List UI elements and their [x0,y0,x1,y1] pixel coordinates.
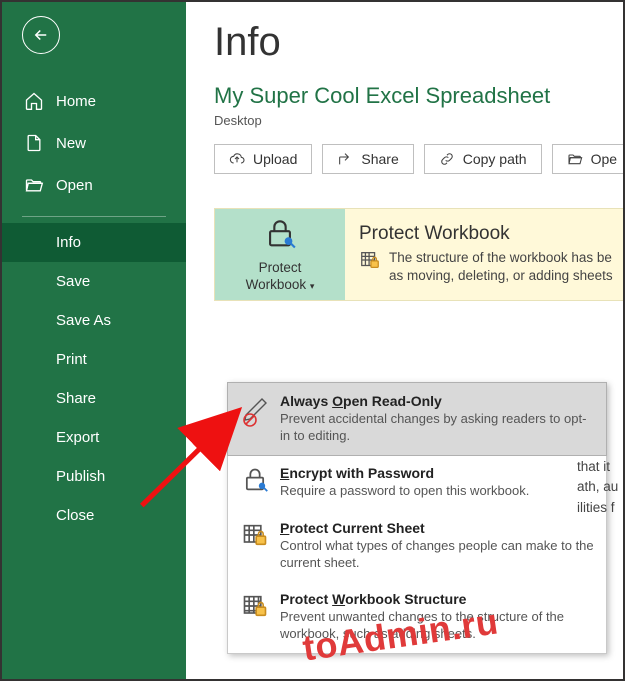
document-title: My Super Cool Excel Spreadsheet [214,83,623,109]
sidebar-item-info[interactable]: Info [2,223,186,262]
dropdown-item-title: Always Open Read-Only [280,393,594,409]
new-file-icon [24,133,44,153]
pencil-readonly-icon [240,393,270,427]
sidebar-item-publish[interactable]: Publish [2,457,186,496]
sidebar-item-export[interactable]: Export [2,418,186,457]
dropdown-item-always-open-read-only[interactable]: Always Open Read-Only Prevent accidental… [227,382,607,456]
lock-key-icon [240,465,270,495]
sheet-lock-icon [359,249,381,276]
dropdown-item-protect-workbook-structure[interactable]: Protect Workbook Structure Prevent unwan… [228,581,606,653]
sidebar-item-label: Close [56,507,94,524]
sidebar-item-new[interactable]: New [2,122,186,164]
dropdown-item-title: Protect Current Sheet [280,520,594,536]
sidebar-item-label: Publish [56,468,105,485]
action-label: Ope [591,151,617,167]
sidebar-item-label: Home [56,93,96,110]
page-title: Info [214,20,623,65]
dropdown-item-desc: Control what types of changes people can… [280,538,594,572]
dropdown-item-desc: Prevent accidental changes by asking rea… [280,411,594,445]
link-icon [439,151,455,167]
open-location-button[interactable]: Ope [552,144,623,174]
backstage-sidebar: Home New Open Info Save Save As Print Sh… [2,2,186,679]
action-row: Upload Share Copy path Ope [214,144,623,174]
sidebar-item-label: Share [56,390,96,407]
action-label: Copy path [463,151,527,167]
workbook-lock-icon [240,591,270,621]
sidebar-item-label: Open [56,177,93,194]
action-label: Upload [253,151,297,167]
dropdown-item-protect-current-sheet[interactable]: Protect Current Sheet Control what types… [228,510,606,582]
sidebar-separator [22,216,166,217]
sidebar-item-open[interactable]: Open [2,164,186,206]
protect-description: The structure of the workbook has be as … [389,249,613,285]
sheet-lock-icon [240,520,270,550]
sidebar-item-save-as[interactable]: Save As [2,301,186,340]
back-arrow-icon [32,26,50,44]
sidebar-item-label: New [56,135,86,152]
back-button[interactable] [22,16,60,54]
dropdown-item-encrypt-password[interactable]: Encrypt with Password Require a password… [228,455,606,510]
sidebar-item-label: Info [56,234,81,251]
copy-path-button[interactable]: Copy path [424,144,542,174]
sidebar-item-label: Export [56,429,99,446]
protect-button-label: Protect Workbook ▾ [246,260,315,294]
sidebar-item-label: Save As [56,312,111,329]
sidebar-item-label: Save [56,273,90,290]
sidebar-item-home[interactable]: Home [2,80,186,122]
share-button[interactable]: Share [322,144,413,174]
clipped-paragraph: that it ath, au ilities f [577,457,618,518]
protect-workbook-dropdown: Always Open Read-Only Prevent accidental… [227,382,607,654]
protect-workbook-button[interactable]: Protect Workbook ▾ [215,209,345,300]
upload-icon [229,151,245,167]
sidebar-item-close[interactable]: Close [2,496,186,535]
dropdown-item-desc: Require a password to open this workbook… [280,483,594,500]
sidebar-item-save[interactable]: Save [2,262,186,301]
sidebar-item-print[interactable]: Print [2,340,186,379]
sidebar-item-share[interactable]: Share [2,379,186,418]
home-icon [24,91,44,111]
sidebar-item-label: Print [56,351,87,368]
share-icon [337,151,353,167]
protect-workbook-panel: Protect Workbook ▾ Protect Workbook The … [214,208,623,301]
open-folder-icon [24,175,44,195]
action-label: Share [361,151,398,167]
document-location: Desktop [214,113,623,128]
dropdown-item-desc: Prevent unwanted changes to the structur… [280,609,594,643]
dropdown-item-title: Encrypt with Password [280,465,594,481]
dropdown-item-title: Protect Workbook Structure [280,591,594,607]
lock-key-icon [263,217,297,256]
upload-button[interactable]: Upload [214,144,312,174]
folder-icon [567,151,583,167]
protect-title: Protect Workbook [359,223,623,245]
